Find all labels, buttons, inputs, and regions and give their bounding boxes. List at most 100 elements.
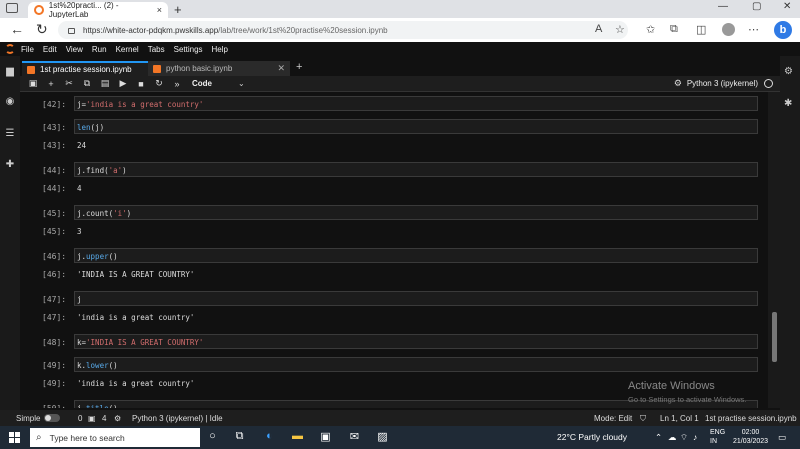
table-of-contents-icon[interactable]: ☰	[4, 128, 16, 140]
windows-start-icon[interactable]	[9, 432, 20, 443]
volume-icon[interactable]: ♪	[693, 432, 697, 442]
menu-file[interactable]: File	[21, 45, 34, 54]
close-tab-icon[interactable]: ×	[157, 5, 162, 15]
gear-icon[interactable]: ⚙	[674, 78, 682, 89]
tab-1st-practise-session[interactable]: 1st practise session.ipynb	[22, 61, 150, 76]
new-launcher-button[interactable]: +	[296, 61, 302, 73]
tab-python-basic[interactable]: python basic.ipynb ✕	[148, 61, 290, 76]
menu-tabs[interactable]: Tabs	[148, 45, 165, 54]
store-icon[interactable]: ▣	[318, 430, 333, 445]
extensions-puzzle-icon[interactable]: ✚	[4, 159, 16, 171]
menu-help[interactable]: Help	[212, 45, 228, 54]
kernel-gear-icon[interactable]: ⚙	[114, 414, 121, 423]
read-aloud-icon[interactable]: A	[595, 23, 602, 35]
url-host: https://white-actor-pdqkm.pwskills.app	[83, 25, 219, 35]
refresh-icon[interactable]: ↻	[36, 21, 48, 38]
insert-cell-icon[interactable]: +	[42, 79, 60, 89]
mail-icon[interactable]: ✉	[347, 430, 362, 445]
copy-icon[interactable]: ⧉	[78, 78, 96, 89]
save-icon[interactable]: ▣	[24, 78, 42, 89]
back-icon[interactable]: ←	[10, 21, 24, 37]
code-token: 'a'	[108, 166, 123, 175]
chevron-down-icon[interactable]: ⌄	[238, 79, 245, 88]
cursor-position[interactable]: Ln 1, Col 1	[660, 414, 699, 423]
notifications-icon[interactable]: ▭	[778, 432, 786, 443]
output-text: 'india is a great country'	[77, 313, 195, 322]
property-inspector-icon[interactable]: ⚙	[784, 66, 793, 77]
menu-view[interactable]: View	[66, 45, 83, 54]
system-clock[interactable]: 02:00 21/03/2023	[733, 428, 768, 446]
close-tab-icon[interactable]: ✕	[277, 63, 285, 74]
cell-input-editor[interactable]: k='INDIA IS A GREAT COUNTRY'	[74, 334, 758, 349]
run-icon[interactable]: ▶	[114, 78, 132, 89]
cortana-icon[interactable]: ○	[205, 430, 220, 445]
cell-input-editor[interactable]: k.lower()	[74, 357, 758, 372]
jupyter-menu-bar: File Edit View Run Kernel Tabs Settings …	[0, 42, 780, 56]
code-token: j=	[77, 100, 87, 109]
code-token: ()	[109, 404, 118, 408]
bing-chat-icon[interactable]: b	[774, 21, 792, 39]
cell-input-editor[interactable]: j.upper()	[74, 248, 758, 263]
scrollbar-thumb[interactable]	[772, 312, 777, 362]
code-token: j.	[77, 404, 86, 408]
menu-edit[interactable]: Edit	[43, 45, 57, 54]
edge-browser-icon[interactable]: ◐	[262, 430, 277, 445]
language-indicator[interactable]: ENG IN	[710, 428, 725, 446]
menu-kernel[interactable]: Kernel	[116, 45, 139, 54]
cell-input-editor[interactable]: len(j)	[74, 119, 758, 134]
cell-type-select[interactable]: Code	[192, 79, 212, 88]
network-icon[interactable]: ☁	[668, 432, 677, 443]
weather-widget[interactable]: 22°C Partly cloudy	[557, 432, 627, 442]
taskbar-search[interactable]: ⌕ Type here to search	[30, 428, 200, 447]
cell-input-editor[interactable]: j.count('i')	[74, 205, 758, 220]
task-view-icon[interactable]: ⧉	[232, 430, 247, 445]
browser-tab-bar: 1st%20practi... (2) - JupyterLab × + — ▢…	[0, 0, 800, 19]
restart-icon[interactable]: ↻	[150, 78, 168, 89]
notebook-scrollbar[interactable]	[768, 92, 780, 408]
search-placeholder: Type here to search	[49, 432, 125, 443]
file-browser-icon[interactable]: ▆	[4, 66, 16, 78]
terminal-icon[interactable]: ▣	[88, 414, 96, 423]
notebook-icon	[153, 64, 161, 73]
code-token: 'india is a great country'	[86, 100, 204, 109]
close-window-button[interactable]: ✕	[783, 1, 791, 12]
cell-input-editor[interactable]: j	[74, 291, 758, 306]
running-kernels-icon[interactable]: ◉	[4, 96, 16, 108]
new-tab-button[interactable]: +	[174, 2, 182, 17]
restart-run-all-icon[interactable]: »	[168, 79, 186, 89]
code-token: j	[77, 295, 82, 304]
simple-mode-toggle[interactable]	[44, 414, 60, 422]
code-token: 'INDIA IS A GREAT COUNTRY'	[86, 338, 204, 347]
paste-icon[interactable]: ▤	[96, 78, 114, 89]
kernel-name[interactable]: Python 3 (ipykernel)	[687, 79, 758, 88]
browser-tab[interactable]: 1st%20practi... (2) - JupyterLab ×	[28, 1, 168, 19]
tab-actions-icon[interactable]	[6, 3, 18, 13]
collections-icon[interactable]: ⧉	[670, 23, 678, 36]
minimize-button[interactable]: —	[718, 1, 728, 12]
menu-settings[interactable]: Settings	[174, 45, 203, 54]
shield-icon: ⛉	[640, 414, 646, 423]
restore-button[interactable]: ▢	[752, 1, 761, 12]
profile-avatar[interactable]	[722, 23, 735, 36]
more-options-icon[interactable]: ⋯	[748, 23, 759, 36]
url-field[interactable]: https://white-actor-pdqkm.pwskills.app/l…	[58, 21, 628, 39]
cell-input-editor[interactable]: j='india is a great country'	[74, 96, 758, 111]
show-hidden-icons[interactable]: ⌃	[655, 432, 662, 443]
region-code: IN	[710, 438, 717, 445]
debugger-icon[interactable]: ✱	[784, 98, 792, 109]
cut-icon[interactable]: ✂	[60, 78, 78, 89]
cell-input-editor[interactable]: j.find('a')	[74, 162, 758, 177]
output-text: 'INDIA IS A GREAT COUNTRY'	[77, 270, 195, 279]
menu-run[interactable]: Run	[92, 45, 107, 54]
file-explorer-icon[interactable]: ▬	[290, 430, 305, 445]
wifi-icon[interactable]: ⌔	[680, 432, 688, 443]
extensions-icon[interactable]: ◫	[696, 23, 706, 36]
stop-icon[interactable]: ■	[132, 79, 150, 89]
output-text: 3	[77, 227, 82, 236]
code-token: j.count(	[77, 209, 114, 218]
favorite-star-icon[interactable]: ☆	[615, 23, 625, 36]
left-sidebar: ▆ ◉ ☰ ✚	[0, 56, 20, 410]
photos-icon[interactable]: ▨	[375, 430, 390, 445]
favorites-icon[interactable]: ✩	[646, 23, 655, 36]
kernel-status-text[interactable]: Python 3 (ipykernel) | Idle	[132, 414, 223, 423]
